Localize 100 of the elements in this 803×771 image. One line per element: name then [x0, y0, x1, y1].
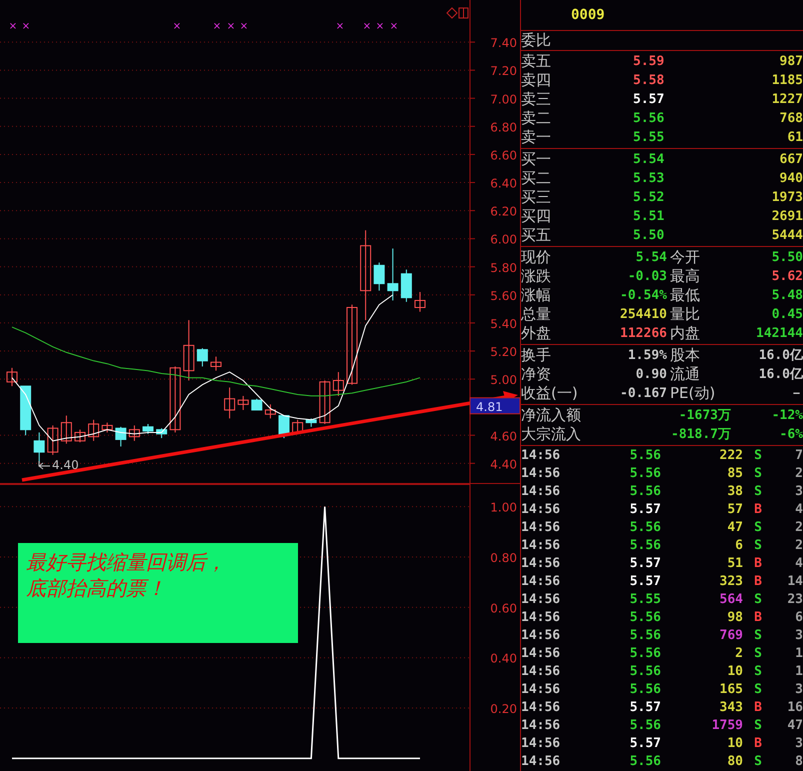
bid-volume: 667 [778, 151, 803, 169]
stat-value: 5.62 [770, 268, 803, 286]
trade-time: 14:56 [521, 627, 562, 645]
trade-count: 4 [794, 501, 803, 519]
candlestick [142, 424, 154, 434]
candlestick [128, 424, 140, 442]
diamond-icon[interactable] [446, 7, 458, 19]
bid-price: 5.51 [633, 208, 666, 226]
trade-count: 16 [786, 699, 803, 717]
trade-price: 5.56 [628, 483, 661, 501]
trade-count: 3 [794, 627, 803, 645]
ask-volume: 1227 [770, 91, 803, 109]
order-ratio-label: 委比 [521, 31, 551, 50]
candlestick [60, 415, 72, 444]
trade-volume: 222 [718, 447, 743, 465]
trade-volume: 51 [726, 555, 743, 573]
trade-side: S [753, 483, 763, 501]
trade-count: 14 [786, 573, 803, 591]
trade-count: 2 [794, 519, 803, 537]
candlestick [34, 432, 45, 464]
trade-volume: 57 [726, 501, 743, 519]
stat-value: 5.50 [770, 249, 803, 267]
low-price-label: 4.40 [52, 458, 79, 472]
ask-price: 5.58 [633, 72, 666, 90]
stat-label: 涨幅 [521, 286, 552, 305]
stock-code: 0009 [571, 7, 605, 23]
ask-level-label: 卖四 [521, 71, 552, 90]
trade-side: S [753, 627, 763, 645]
ask-volume: 768 [778, 110, 803, 128]
price-axis-label: 6.00 [490, 232, 517, 247]
bid-price: 5.52 [633, 189, 666, 207]
trade-count: 2 [794, 537, 803, 555]
ask-price: 5.55 [633, 129, 666, 147]
indicator-axis-label: 0.40 [490, 652, 517, 666]
bid-level-label: 买二 [521, 169, 552, 188]
candlestick [170, 366, 181, 433]
trade-side: S [753, 753, 763, 771]
signal-marker: × [212, 21, 222, 32]
stat-label: 收益(一) [521, 384, 579, 403]
candlestick [6, 367, 18, 387]
bid-price: 5.50 [633, 227, 666, 245]
trade-volume: 98 [726, 609, 743, 627]
price-axis-label: 5.40 [490, 316, 517, 331]
bid-level-label: 买三 [521, 188, 552, 207]
trade-volume: 80 [726, 753, 743, 771]
trade-price: 5.56 [628, 753, 661, 771]
trade-time: 14:56 [521, 663, 562, 681]
stat-label: 股本 [669, 346, 701, 365]
trade-price: 5.57 [628, 699, 661, 717]
signal-marker: × [172, 21, 182, 32]
trade-price: 5.57 [628, 735, 661, 753]
stat-value: 5.48 [770, 287, 803, 305]
stat-value: 16.0亿 [758, 347, 803, 365]
trade-price: 5.56 [628, 645, 661, 663]
trade-time: 14:56 [521, 447, 562, 465]
candlestick [196, 348, 208, 367]
stat-value: 142144 [755, 325, 803, 343]
price-axis-label: 6.40 [490, 176, 517, 191]
ask-level-label: 卖五 [521, 52, 552, 71]
stat-label: 现价 [521, 248, 552, 267]
candlestick [306, 418, 317, 428]
trade-side: S [753, 465, 763, 483]
stat-label: 最高 [669, 267, 701, 286]
ask-level-label: 卖二 [521, 109, 552, 128]
trade-time: 14:56 [521, 573, 562, 591]
candlestick [400, 269, 412, 302]
trade-time: 14:56 [521, 609, 562, 627]
ask-price: 5.57 [633, 91, 666, 109]
price-axis-label: 7.00 [490, 92, 517, 106]
trade-side: B [753, 735, 763, 753]
trade-time: 14:56 [521, 717, 562, 735]
trade-time: 14:56 [521, 501, 562, 519]
trade-side: S [753, 537, 763, 555]
trade-time: 14:56 [521, 519, 562, 537]
stat-value: 112266 [619, 325, 667, 343]
candlestick [414, 292, 426, 312]
ask-price: 5.59 [633, 53, 666, 71]
price-axis-label: 5.00 [490, 373, 517, 388]
stat-label: PE(动) [669, 384, 716, 403]
trade-side: S [753, 447, 763, 465]
stat-label: 量比 [669, 305, 701, 324]
trade-count: 3 [794, 483, 803, 501]
flow-percent: -6% [778, 426, 803, 444]
ask-volume: 987 [778, 53, 803, 71]
indicator-axis-label: 1.00 [490, 500, 517, 515]
candlestick [251, 398, 262, 410]
trade-side: B [753, 699, 763, 717]
trade-price: 5.56 [628, 609, 661, 627]
signal-marker: × [22, 21, 30, 32]
annotation-text: 最好寻找缩量回调后， [26, 549, 227, 575]
trade-price: 5.56 [628, 681, 661, 699]
stat-label: 总量 [521, 305, 552, 324]
panel-icon[interactable] [458, 8, 468, 18]
candlestick [47, 424, 58, 456]
price-axis-label: 7.40 [490, 36, 517, 50]
stat-label: 最低 [669, 286, 701, 305]
annotation-text: 底部抬高的票！ [26, 575, 167, 601]
current-price-value: 4.81 [476, 400, 503, 414]
trade-price: 5.56 [628, 537, 661, 555]
flow-percent: -12% [770, 407, 803, 425]
